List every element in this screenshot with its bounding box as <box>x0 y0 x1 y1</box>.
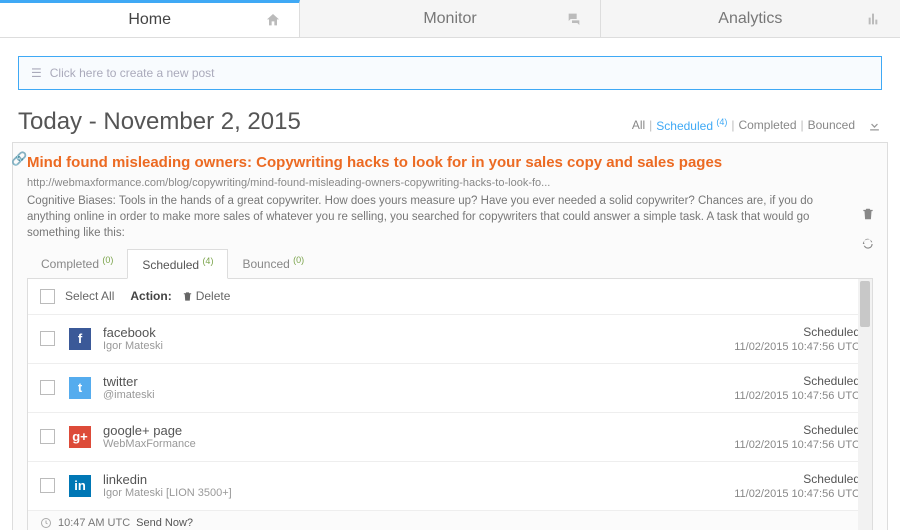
tab-label: Monitor <box>423 10 476 28</box>
row-checkbox[interactable] <box>40 331 55 346</box>
clock-icon <box>40 517 52 529</box>
row-timestamp: 11/02/2015 10:47:56 UTC <box>734 488 860 500</box>
row-status: Scheduled <box>734 325 860 339</box>
subtab-completed[interactable]: Completed (0) <box>27 249 127 278</box>
row-timestamp: 11/02/2015 10:47:56 UTC <box>734 439 860 451</box>
list-item[interactable]: t twitter@imateskiScheduled 11/02/2015 10:… <box>28 363 872 412</box>
row-status: Scheduled <box>734 374 860 388</box>
account-name: WebMaxFormance <box>103 438 734 450</box>
row-checkbox[interactable] <box>40 380 55 395</box>
tw-icon: t <box>69 377 91 399</box>
bulk-action-row: Select All Action: Delete <box>28 279 872 314</box>
tab-analytics[interactable]: Analytics <box>601 0 900 37</box>
compose-placeholder: Click here to create a new post <box>50 66 215 80</box>
footer-time: 10:47 AM UTC <box>58 517 130 529</box>
account-name: Igor Mateski <box>103 340 734 352</box>
select-all-label[interactable]: Select All <box>65 289 114 303</box>
tab-label: Analytics <box>718 10 782 28</box>
post-url[interactable]: http://webmaxformance.com/blog/copywriti… <box>27 177 873 189</box>
home-icon <box>265 12 281 28</box>
page-title: Today - November 2, 2015 <box>18 108 301 136</box>
filter-completed[interactable]: Completed <box>738 118 796 132</box>
scrollbar-thumb[interactable] <box>860 281 870 327</box>
chat-icon <box>566 11 582 27</box>
trash-small-icon <box>182 291 193 302</box>
tab-monitor[interactable]: Monitor <box>300 0 600 37</box>
list-item[interactable]: f facebookIgor MateskiScheduled 11/02/2015… <box>28 314 872 363</box>
subtab-scheduled[interactable]: Scheduled (4) <box>127 249 228 279</box>
fb-icon: f <box>69 328 91 350</box>
delete-action[interactable]: Delete <box>182 289 231 303</box>
network-name: twitter <box>103 374 734 389</box>
menu-icon: ☰ <box>31 66 42 80</box>
network-name: facebook <box>103 325 734 340</box>
row-timestamp: 11/02/2015 10:47:56 UTC <box>734 341 860 353</box>
subtab-bounced[interactable]: Bounced (0) <box>228 249 318 278</box>
send-now-link[interactable]: Send Now? <box>136 517 193 529</box>
link-icon: 🔗 <box>11 151 27 167</box>
main-tabs: Home Monitor Analytics <box>0 0 900 38</box>
bar-chart-icon <box>866 11 882 27</box>
scheduled-list: Select All Action: Delete ffacebookIgor … <box>27 279 873 530</box>
post-description: Cognitive Biases: Tools in the hands of … <box>27 193 873 241</box>
select-all-checkbox[interactable] <box>40 289 55 304</box>
action-label: Action: <box>130 289 171 303</box>
filter-all[interactable]: All <box>632 118 645 132</box>
row-timestamp: 11/02/2015 10:47:56 UTC <box>734 390 860 402</box>
list-item[interactable]: in linkedinIgor Mateski [LION 3500+]Sched… <box>28 461 872 510</box>
row-checkbox[interactable] <box>40 478 55 493</box>
list-item[interactable]: g+ google+ pageWebMaxFormanceScheduled 11/… <box>28 412 872 461</box>
network-name: google+ page <box>103 423 734 438</box>
trash-icon[interactable] <box>861 207 875 221</box>
filter-bar: All | Scheduled (4) | Completed | Bounce… <box>632 117 882 133</box>
account-name: Igor Mateski [LION 3500+] <box>103 487 734 499</box>
row-checkbox[interactable] <box>40 429 55 444</box>
row-status: Scheduled <box>734 472 860 486</box>
sub-tabs: Completed (0) Scheduled (4) Bounced (0) <box>27 249 873 279</box>
network-name: linkedin <box>103 472 734 487</box>
post-title[interactable]: Mind found misleading owners: Copywritin… <box>27 153 873 173</box>
li-icon: in <box>69 475 91 497</box>
compose-input[interactable]: ☰ Click here to create a new post <box>18 56 882 90</box>
row-status: Scheduled <box>734 423 860 437</box>
account-name: @imateski <box>103 389 734 401</box>
tab-home[interactable]: Home <box>0 0 300 37</box>
filter-bounced[interactable]: Bounced <box>808 118 855 132</box>
gp-icon: g+ <box>69 426 91 448</box>
tab-label: Home <box>128 11 171 29</box>
list-footer: 10:47 AM UTC Send Now? <box>28 510 872 530</box>
post-card: 🔗 Mind found misleading owners: Copywrit… <box>12 142 888 530</box>
refresh-icon[interactable] <box>861 237 875 251</box>
scrollbar[interactable] <box>858 279 872 530</box>
download-icon[interactable] <box>867 118 882 133</box>
filter-scheduled[interactable]: Scheduled (4) <box>656 117 727 133</box>
